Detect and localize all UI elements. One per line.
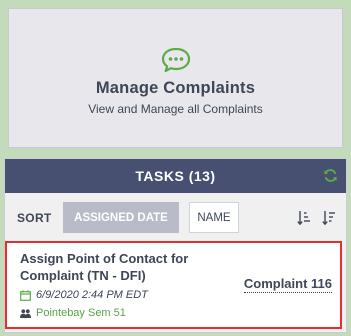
- task-team: Pointebay Sem 51: [20, 307, 126, 319]
- sort-name-button[interactable]: NAME: [189, 202, 239, 233]
- task-date-text: 6/9/2020 2:44 PM EDT: [36, 289, 148, 301]
- sort-ascending-icon[interactable]: [297, 210, 311, 226]
- card-title: Manage Complaints: [95, 79, 256, 97]
- users-icon: [20, 308, 31, 318]
- tasks-panel: TASKS (13) SORT ASSIGNED DATE NAME Assig…: [4, 158, 347, 333]
- refresh-icon[interactable]: [323, 168, 338, 183]
- page: Manage Complaints View and Manage all Co…: [0, 0, 351, 336]
- task-title: Assign Point of Contact for Complaint (T…: [20, 251, 189, 283]
- task-date: 6/9/2020 2:44 PM EDT: [20, 289, 148, 301]
- card-subtitle: View and Manage all Complaints: [88, 102, 263, 116]
- sort-label: SORT: [17, 211, 52, 225]
- manage-complaints-card[interactable]: Manage Complaints View and Manage all Co…: [8, 8, 343, 148]
- tasks-header: TASKS (13): [5, 159, 346, 193]
- calendar-icon: [20, 289, 31, 301]
- sort-assigned-date-button[interactable]: ASSIGNED DATE: [63, 202, 179, 233]
- complaint-link[interactable]: Complaint 116: [243, 276, 332, 293]
- task-item[interactable]: Assign Point of Contact for Complaint (T…: [5, 241, 342, 329]
- sort-descending-icon[interactable]: [322, 210, 336, 226]
- tasks-title: TASKS (13): [135, 168, 216, 184]
- task-team-text: Pointebay Sem 51: [36, 307, 126, 319]
- sort-bar: SORT ASSIGNED DATE NAME: [5, 201, 346, 235]
- chat-bubble-icon: [161, 47, 190, 73]
